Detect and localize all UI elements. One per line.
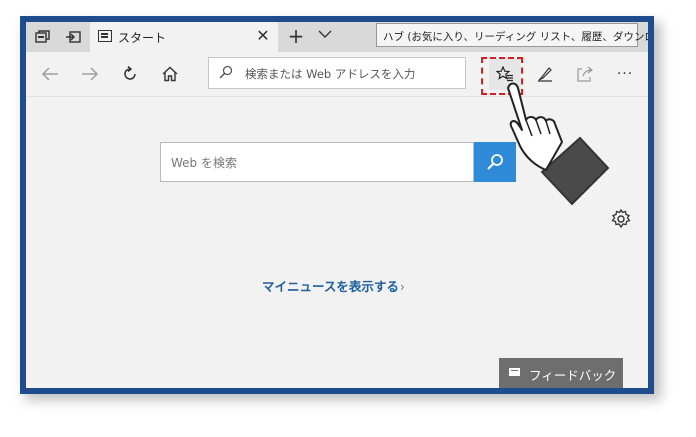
screenshot-stage: スタート ✕ + ハブ (お気に入り、リーディング リスト、履歴、ダウンロード) xyxy=(0,0,696,437)
active-tab[interactable]: スタート ✕ xyxy=(90,22,278,52)
search-icon xyxy=(219,65,233,79)
feedback-button[interactable]: フィードバック xyxy=(499,358,623,388)
back-button[interactable] xyxy=(34,58,66,90)
web-search-placeholder: Web を検索 xyxy=(171,156,237,170)
home-icon xyxy=(162,66,178,82)
pointing-hand-icon xyxy=(507,82,610,206)
my-news-link[interactable]: マイニュースを表示する› xyxy=(262,276,405,295)
tab-title: スタート xyxy=(118,31,167,45)
new-tab-button[interactable]: + xyxy=(284,24,308,48)
tab-bar: スタート ✕ + ハブ (お気に入り、リーディング リスト、履歴、ダウンロード) xyxy=(26,22,648,52)
back-arrow-icon xyxy=(41,67,58,81)
my-news-chevron-icon: › xyxy=(399,279,405,294)
tab-page-icon xyxy=(98,30,112,42)
tab-setaside-icon xyxy=(66,31,81,43)
tab-menu-chevron-icon[interactable] xyxy=(316,28,334,43)
address-placeholder: 検索または Web アドレスを入力 xyxy=(245,67,416,81)
tab-setaside-button[interactable] xyxy=(58,22,88,52)
web-search-input[interactable]: Web を検索 xyxy=(160,142,474,182)
refresh-button[interactable] xyxy=(114,58,146,90)
forward-button[interactable] xyxy=(74,58,106,90)
tab-close-icon[interactable]: ✕ xyxy=(254,26,272,46)
tab-preview-button[interactable] xyxy=(28,22,58,52)
tab-preview-icon xyxy=(35,30,50,43)
feedback-icon xyxy=(509,368,520,376)
hub-tooltip: ハブ (お気に入り、リーディング リスト、履歴、ダウンロード) xyxy=(376,23,648,47)
refresh-icon xyxy=(124,66,136,80)
home-button[interactable] xyxy=(154,58,186,90)
address-bar[interactable]: 検索または Web アドレスを入力 xyxy=(208,57,466,89)
forward-arrow-icon xyxy=(82,67,99,81)
feedback-label: フィードバック xyxy=(529,368,617,383)
my-news-label: マイニュースを表示する xyxy=(262,279,399,294)
